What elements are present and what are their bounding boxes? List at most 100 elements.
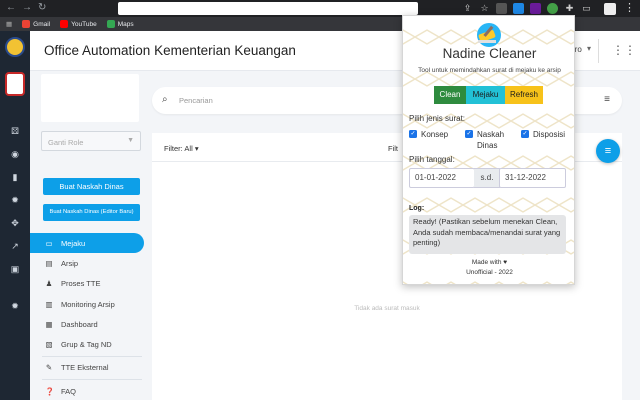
- address-bar[interactable]: [118, 2, 418, 15]
- disposisi-checkbox[interactable]: ✓: [521, 130, 529, 138]
- tanggal-label: Pilih tanggal:: [409, 155, 455, 164]
- inbox-icon: ▭: [45, 238, 53, 248]
- tab-refresh[interactable]: Refresh: [505, 86, 543, 104]
- question-icon: ❓: [45, 386, 55, 396]
- profile-photo: [41, 74, 139, 122]
- group-icon: ▧: [45, 340, 53, 350]
- external-sign-icon: ✎: [45, 363, 53, 373]
- sidebar-item-label: FAQ: [61, 386, 77, 396]
- filter-fab-button[interactable]: ≡: [596, 139, 620, 163]
- sidebar-item-mejaku[interactable]: ▭ Mejaku: [30, 233, 144, 254]
- maps-icon: [106, 20, 115, 28]
- bookmark-maps[interactable]: Maps: [106, 20, 134, 28]
- sidebar-item-faq[interactable]: ❓ FAQ: [30, 381, 150, 400]
- bookmark-youtube[interactable]: YouTube: [60, 20, 97, 28]
- sidebar-item-dashboard[interactable]: ▦ Dashboard: [30, 314, 150, 334]
- nav-divider: [42, 355, 142, 357]
- bookmark-gmail[interactable]: Gmail: [22, 20, 50, 28]
- sidebar-item-monitoring-arsip[interactable]: ▥ Monitoring Arsip: [30, 294, 150, 314]
- log-output: Ready! (Pastikan sebelum menekan Clean, …: [409, 215, 566, 254]
- tab-clean[interactable]: Clean: [434, 86, 466, 104]
- person-icon: ♟: [45, 279, 53, 289]
- popup-tabs: Clean Mejaku Refresh: [434, 86, 543, 104]
- rail-chart-icon[interactable]: ▮: [13, 172, 18, 183]
- rail-settings-icon[interactable]: ✹: [11, 301, 19, 312]
- caret-down-icon: ▾: [194, 144, 199, 153]
- sidebar-nav: ▭ Mejaku ▤ Arsip ♟ Proses TTE ▥ Monitori…: [30, 233, 150, 400]
- naskah-dinas-checkbox[interactable]: ✓: [465, 130, 473, 138]
- sidebar-item-label: TTE Eksternal: [61, 363, 109, 373]
- sidebar: Ganti Role ▼ Buat Naskah Dinas Buat Nask…: [30, 71, 150, 400]
- sidebar-toggle-icon[interactable]: ▭: [581, 3, 592, 14]
- gmail-icon: [22, 20, 31, 28]
- sidebar-item-label: Proses TTE: [61, 279, 101, 289]
- sidebar-item-arsip[interactable]: ▤ Arsip: [30, 253, 150, 273]
- rail-globe-icon[interactable]: ◉: [11, 149, 19, 160]
- naskah-dinas-label: Naskah Dinas: [477, 130, 505, 150]
- apps-grid-icon[interactable]: ▦: [6, 20, 12, 28]
- role-select[interactable]: Ganti Role ▼: [41, 131, 141, 151]
- extension-icon[interactable]: [513, 3, 524, 14]
- disposisi-label: Disposisi: [533, 130, 566, 139]
- extension-icon[interactable]: [496, 3, 507, 14]
- youtube-icon: [60, 20, 69, 28]
- konsep-label: Konsep: [421, 130, 449, 139]
- profile-avatar[interactable]: [604, 3, 616, 15]
- reload-icon[interactable]: ↻: [38, 2, 46, 13]
- archive-icon: ▤: [45, 258, 53, 268]
- konsep-checkbox[interactable]: ✓: [409, 130, 417, 138]
- sidebar-item-label: Arsip: [61, 258, 79, 268]
- sidebar-item-proses-tte[interactable]: ♟ Proses TTE: [30, 274, 150, 294]
- empty-state: Tidak ada surat masuk: [354, 305, 420, 312]
- star-icon[interactable]: ☆: [479, 3, 490, 14]
- jenis-label: Pilih jenis surat:: [409, 114, 466, 123]
- chevron-down-icon[interactable]: ▾: [587, 44, 591, 53]
- monitor-icon: ▥: [45, 299, 53, 309]
- extension-icon[interactable]: [530, 3, 541, 14]
- popup-subtitle: Tool untuk memindahkan surat di mejaku k…: [418, 67, 561, 74]
- role-placeholder: Ganti Role: [48, 138, 84, 147]
- filter-dropdown-secondary[interactable]: Filt: [388, 144, 398, 153]
- unofficial-text: Unofficial - 2022: [466, 269, 513, 276]
- forward-icon[interactable]: →: [22, 2, 32, 13]
- create-naskah-editor-button[interactable]: Buat Naskah Dinas (Editor Baru): [43, 204, 140, 221]
- kebab-menu-icon[interactable]: ⋮: [624, 1, 635, 14]
- sidebar-item-label: Dashboard: [61, 319, 98, 329]
- rail-gear-icon[interactable]: ✹: [11, 195, 19, 206]
- tab-mejaku[interactable]: Mejaku: [466, 86, 505, 104]
- header-divider: [598, 39, 599, 63]
- sidebar-item-tte-eksternal[interactable]: ✎ TTE Eksternal: [30, 358, 150, 378]
- date-from-input[interactable]: 01-01-2022: [409, 168, 475, 188]
- create-naskah-button[interactable]: Buat Naskah Dinas: [43, 178, 140, 195]
- rail-icon-list: ⚄ ◉ ▮ ✹ ✥ ↗ ▣ ✹: [0, 126, 30, 312]
- browser-nav-buttons: ← → ↻: [6, 2, 46, 13]
- broom-logo-icon: [477, 23, 501, 47]
- search-icon: ⌕: [162, 94, 168, 105]
- apps-grid-icon[interactable]: ⋮⋮: [612, 43, 636, 57]
- filter-dropdown[interactable]: Filter: All ▾: [164, 144, 199, 153]
- app-switch-icon[interactable]: [5, 72, 25, 96]
- sidebar-item-label: Mejaku: [61, 238, 86, 248]
- left-rail: ⚄ ◉ ▮ ✹ ✥ ↗ ▣ ✹: [0, 31, 30, 400]
- sidebar-item-label: Monitoring Arsip: [61, 299, 115, 309]
- sidebar-item-label: Grup & Tag ND: [61, 340, 112, 350]
- back-icon[interactable]: ←: [6, 2, 16, 13]
- dashboard-icon: ▦: [45, 319, 53, 329]
- nav-divider: [42, 379, 142, 381]
- share-icon[interactable]: ⇪: [462, 3, 473, 14]
- rail-calendar-icon[interactable]: ▣: [11, 264, 20, 275]
- puzzle-icon[interactable]: ✚: [564, 3, 575, 14]
- chevron-down-icon: ▼: [127, 137, 134, 144]
- rail-move-icon[interactable]: ✥: [11, 218, 19, 229]
- rail-trend-icon[interactable]: ↗: [11, 241, 19, 252]
- made-with-text: Made with ♥: [471, 259, 508, 266]
- filter-icon: ≡: [604, 145, 612, 157]
- filter-icon[interactable]: ≡: [604, 94, 610, 105]
- extension-icon[interactable]: [547, 3, 558, 14]
- kemenkeu-logo[interactable]: [5, 37, 25, 57]
- rail-dice-icon[interactable]: ⚄: [11, 126, 19, 137]
- sidebar-item-grup-tag[interactable]: ▧ Grup & Tag ND: [30, 334, 150, 354]
- date-to-input[interactable]: 31-12-2022: [499, 168, 566, 188]
- extensions-row: ⇪ ☆ ✚ ▭: [462, 3, 592, 14]
- search-input[interactable]: Pencarian: [179, 96, 213, 105]
